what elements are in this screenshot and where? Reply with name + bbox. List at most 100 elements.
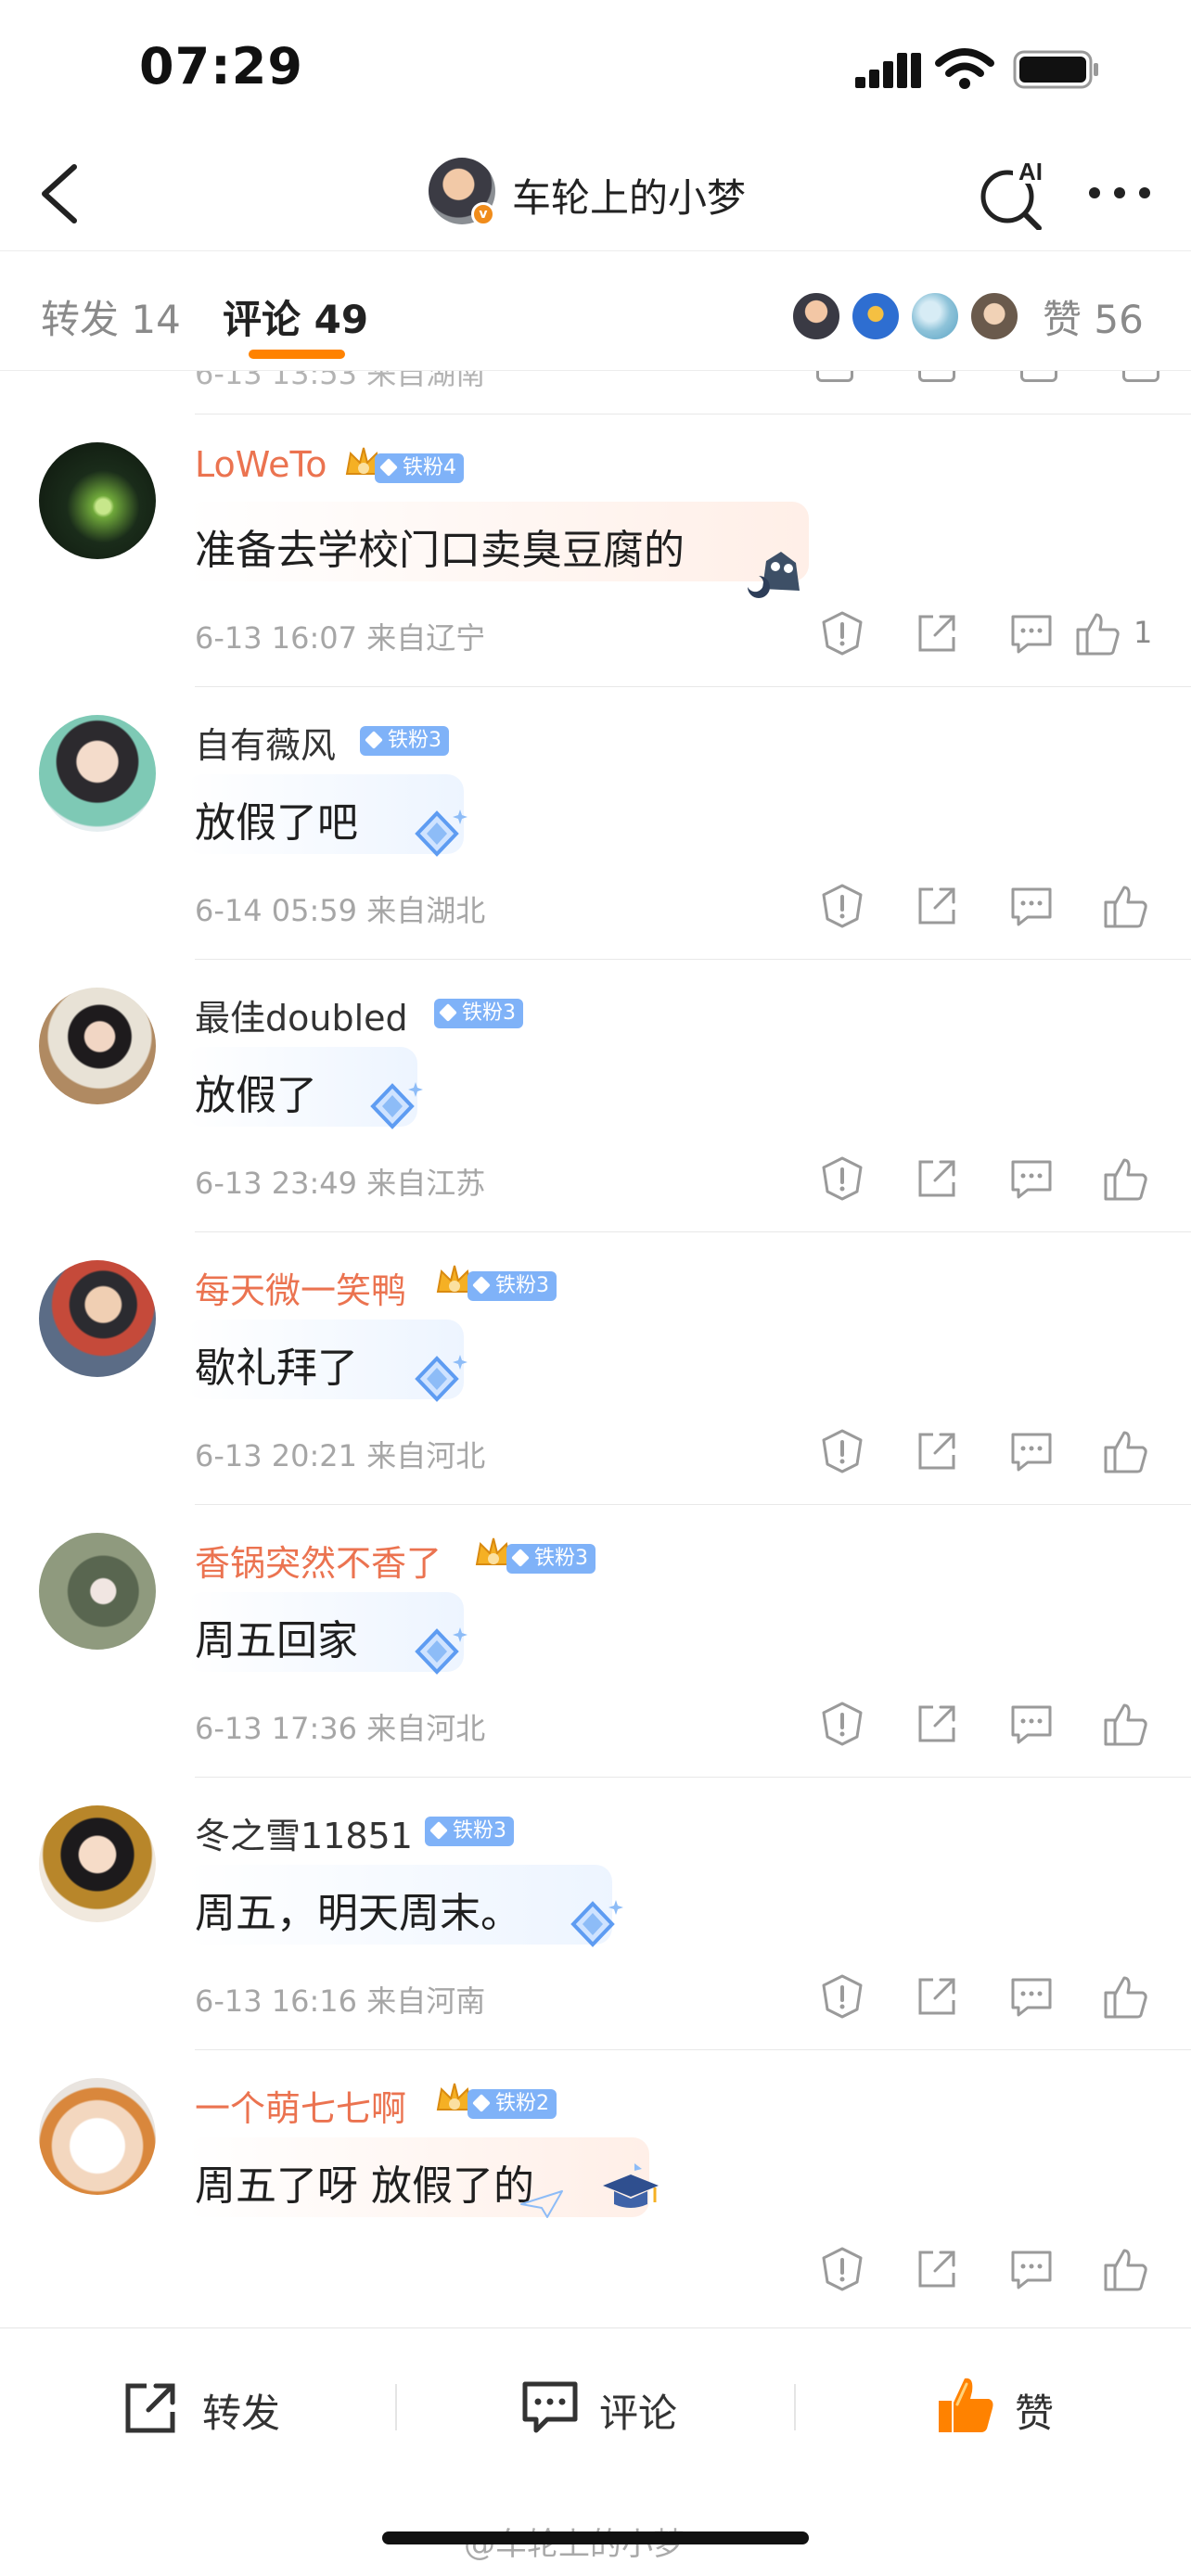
commenter-name[interactable]: 冬之雪11851: [195, 1807, 413, 1858]
like-icon[interactable]: [1122, 371, 1159, 382]
report-icon[interactable]: [816, 880, 868, 932]
ai-search-icon[interactable]: AI: [976, 156, 1050, 230]
liker-avatar[interactable]: [909, 290, 961, 342]
like-label: 赞: [1015, 2391, 1055, 2436]
share-icon[interactable]: [911, 1698, 963, 1750]
reply-icon[interactable]: [1005, 1970, 1057, 2022]
comment-meta: 6-13 13:53 来自湖南: [195, 371, 486, 391]
repost-icon: [125, 2383, 175, 2433]
report-icon[interactable]: [816, 607, 868, 659]
comment-button[interactable]: 评论: [519, 2377, 705, 2438]
like-icon[interactable]: [1100, 1425, 1152, 1477]
comment-icon: [522, 2381, 578, 2433]
bubble-decoration-icon: [748, 552, 800, 598]
like-icon[interactable]: [1072, 607, 1124, 659]
fan-badge: 铁粉3: [434, 999, 523, 1028]
commenter-avatar[interactable]: [39, 2078, 156, 2195]
fan-badge: 铁粉3: [467, 1271, 557, 1301]
comment-actions: [816, 371, 1159, 389]
share-icon[interactable]: [911, 2243, 963, 2295]
reply-icon[interactable]: [1005, 1153, 1057, 1205]
like-icon[interactable]: [1100, 1698, 1152, 1750]
reply-icon[interactable]: [1005, 607, 1057, 659]
share-icon[interactable]: [911, 607, 963, 659]
nav-bar: v 车轮上的小梦 AI: [0, 139, 1191, 250]
more-icon[interactable]: [1085, 174, 1154, 211]
report-icon[interactable]: [816, 2243, 868, 2295]
comment-text: 放假了吧: [195, 799, 358, 847]
liker-avatar[interactable]: [968, 290, 1020, 342]
share-icon[interactable]: [911, 1153, 963, 1205]
liker-avatar[interactable]: [790, 290, 842, 342]
commenter-avatar[interactable]: [39, 1260, 156, 1377]
report-icon[interactable]: [816, 371, 853, 382]
share-icon[interactable]: [918, 371, 955, 382]
like-icon[interactable]: [1100, 880, 1152, 932]
comment-meta: 6-13 16:07 来自辽宁: [195, 620, 486, 656]
back-arrow-icon[interactable]: [28, 159, 93, 228]
profile-name[interactable]: 车轮上的小梦: [512, 167, 746, 223]
like-icon[interactable]: [1100, 1153, 1152, 1205]
fan-badge: 铁粉3: [506, 1544, 596, 1574]
fan-badge: 铁粉3: [360, 726, 449, 756]
bottom-toolbar: 转发 评论 赞: [0, 2327, 1191, 2485]
report-icon[interactable]: [816, 1970, 868, 2022]
share-icon[interactable]: [911, 880, 963, 932]
commenter-name[interactable]: 每天微一笑鸭: [195, 1262, 406, 1313]
diamond-decoration-icon: [415, 1627, 467, 1675]
reply-icon[interactable]: [1020, 371, 1057, 382]
share-icon[interactable]: [911, 1425, 963, 1477]
home-indicator: [382, 2531, 809, 2544]
battery-icon: [1013, 50, 1098, 89]
diamond-decoration-icon: [570, 1900, 623, 1947]
reply-icon[interactable]: [1005, 880, 1057, 932]
diamond-decoration-icon: [415, 1355, 467, 1402]
commenter-name[interactable]: 香锅突然不香了: [195, 1535, 442, 1586]
commenter-avatar[interactable]: [39, 442, 156, 559]
comment-meta: 6-13 16:16 来自河南: [195, 1983, 486, 2019]
commenter-name[interactable]: 自有薇风: [195, 717, 336, 768]
report-icon[interactable]: [816, 1425, 868, 1477]
comment-text: 周五回家: [195, 1617, 358, 1664]
tab-likes[interactable]: 赞 56: [1043, 288, 1144, 345]
ai-label: AI: [1018, 158, 1043, 185]
toolbar-separator: [395, 2384, 397, 2430]
report-icon[interactable]: [816, 1153, 868, 1205]
comment-label: 评论: [599, 2391, 678, 2436]
reply-icon[interactable]: [1005, 1425, 1057, 1477]
comment-item: 最佳doubled 铁粉3 放假了 6-13 23:49 来自江苏: [0, 960, 1191, 1232]
liker-avatar[interactable]: [850, 290, 902, 342]
comment-text: 放假了: [195, 1072, 317, 1119]
comment-list: 6-13 13:53 来自湖南 LoWeTo 铁粉4 准备去学校门口卖臭豆腐的 …: [0, 371, 1191, 2327]
commenter-avatar[interactable]: [39, 988, 156, 1104]
fan-badge: 铁粉2: [467, 2089, 557, 2119]
commenter-name[interactable]: LoWeTo: [195, 444, 327, 485]
reply-icon[interactable]: [1005, 2243, 1057, 2295]
commenter-avatar[interactable]: [39, 1805, 156, 1922]
like-count: 1: [1133, 615, 1153, 650]
like-filled-icon: [939, 2378, 993, 2432]
comment-actions: [816, 1970, 1169, 2022]
wifi-icon: [935, 48, 994, 89]
toolbar-separator: [794, 2384, 796, 2430]
commenter-name[interactable]: 最佳doubled: [195, 989, 408, 1040]
comment-actions: [816, 2243, 1169, 2295]
status-bar: 07:29: [0, 0, 1191, 139]
fan-badge: 铁粉3: [425, 1817, 514, 1846]
commenter-avatar[interactable]: [39, 1533, 156, 1650]
comment-item: 冬之雪11851 铁粉3 周五，明天周末。 6-13 16:16 来自河南: [0, 1778, 1191, 2050]
like-icon[interactable]: [1100, 2243, 1152, 2295]
commenter-avatar[interactable]: [39, 715, 156, 832]
commenter-name[interactable]: 一个萌七七啊: [195, 2080, 406, 2131]
comment-actions: [816, 1153, 1169, 1205]
comment-text: 准备去学校门口卖臭豆腐的: [195, 527, 685, 574]
like-button[interactable]: 赞: [935, 2377, 1083, 2438]
share-icon[interactable]: [911, 1970, 963, 2022]
report-icon[interactable]: [816, 1698, 868, 1750]
reply-icon[interactable]: [1005, 1698, 1057, 1750]
like-icon[interactable]: [1100, 1970, 1152, 2022]
cellular-signal-icon: [855, 53, 921, 88]
comment-meta: 6-13 17:36 来自河北: [195, 1711, 486, 1746]
tab-repost[interactable]: 转发 14: [41, 288, 181, 345]
repost-button[interactable]: 转发: [121, 2377, 306, 2438]
